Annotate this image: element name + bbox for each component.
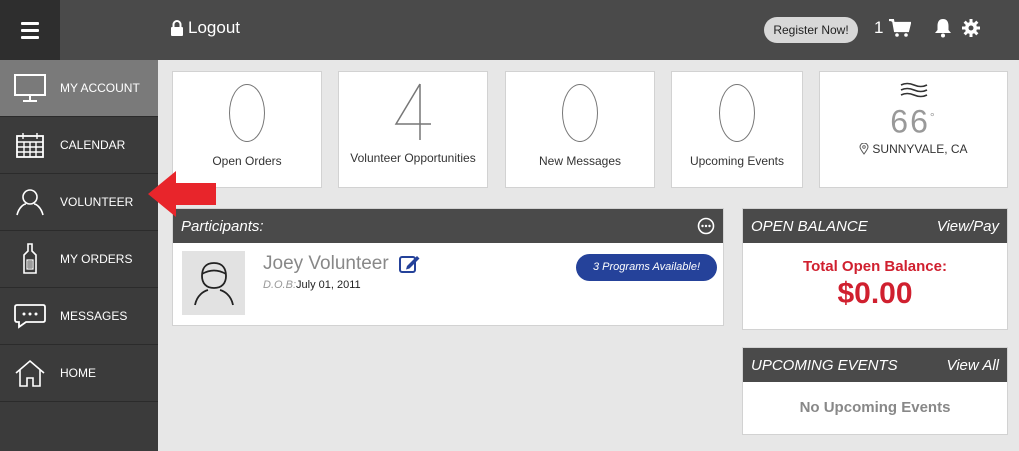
main-content: Open Orders Volunteer Opportunities New …: [158, 60, 1019, 451]
tile-upcoming-events[interactable]: Upcoming Events: [671, 71, 803, 188]
tile-value-four: [394, 83, 431, 140]
person-icon: [16, 189, 44, 216]
sidebar-item-label: VOLUNTEER: [60, 195, 134, 209]
home-icon: [15, 359, 45, 387]
red-arrow-icon: [148, 171, 216, 217]
tile-new-messages[interactable]: New Messages: [505, 71, 655, 188]
bottle-icon: [23, 243, 37, 274]
sidebar-item-label: MY ORDERS: [60, 252, 133, 266]
tile-value-zero: [229, 84, 265, 142]
sidebar-item-label: HOME: [60, 366, 96, 380]
monitor-icon: [14, 74, 46, 102]
view-pay-link[interactable]: View/Pay: [937, 218, 999, 235]
participants-title: Participants:: [181, 217, 264, 235]
register-now-button[interactable]: Register Now!: [764, 17, 858, 43]
view-all-link[interactable]: View All: [946, 357, 999, 374]
participant-row: Joey Volunteer D.O.B:July 01, 2011 3 Pro…: [173, 243, 723, 327]
programs-available-button[interactable]: 3 Programs Available!: [576, 254, 717, 281]
sidebar-item-label: MY ACCOUNT: [60, 81, 140, 95]
sidebar-item-label: CALENDAR: [60, 138, 126, 152]
sidebar-item-messages[interactable]: MESSAGES: [0, 288, 158, 345]
logout-label: Logout: [188, 18, 240, 37]
wind-icon: [900, 82, 927, 98]
tile-label: Open Orders: [212, 154, 282, 168]
top-bar: Logout Register Now! 1: [0, 0, 1019, 60]
cart-button[interactable]: 1: [874, 18, 912, 38]
tile-volunteer-opportunities[interactable]: Volunteer Opportunities: [338, 71, 488, 188]
sidebar: MY ACCOUNT CALENDAR VOLUNTEER MY ORDERS …: [0, 60, 158, 451]
user-silhouette-icon: [193, 262, 234, 306]
lock-icon: [171, 20, 183, 36]
participant-name[interactable]: Joey Volunteer: [263, 253, 389, 275]
dob-value: July 01, 2011: [296, 279, 361, 291]
tile-label: New Messages: [538, 154, 622, 168]
location-pin-icon: [859, 142, 869, 155]
dob-label: D.O.B:: [263, 279, 297, 291]
gear-icon[interactable]: [962, 19, 980, 37]
edit-icon[interactable]: [398, 254, 421, 274]
weather-widget: 66° SUNNYVALE, CA: [819, 71, 1008, 188]
tile-label: Volunteer Opportunities: [350, 151, 476, 165]
total-balance-label: Total Open Balance:: [803, 258, 947, 275]
sidebar-item-home[interactable]: HOME: [0, 345, 158, 402]
no-events-text: No Upcoming Events: [799, 399, 951, 416]
calendar-icon: [16, 133, 44, 158]
upcoming-events-panel: UPCOMING EVENTS View All No Upcoming Eve…: [742, 347, 1008, 435]
tile-label: Upcoming Events: [689, 154, 785, 168]
weather-location: SUNNYVALE, CA: [872, 141, 968, 156]
total-balance-amount: $0.00: [837, 277, 913, 310]
degree-symbol: °: [929, 110, 937, 124]
participants-panel: Participants: Joey Volunteer D.O.B:July …: [172, 208, 724, 326]
avatar: [182, 251, 245, 315]
logout-button[interactable]: Logout: [170, 18, 240, 38]
sidebar-item-my-account[interactable]: MY ACCOUNT: [0, 60, 158, 117]
bell-icon[interactable]: [934, 18, 952, 38]
open-balance-title: OPEN BALANCE: [751, 217, 868, 235]
sidebar-item-calendar[interactable]: CALENDAR: [0, 117, 158, 174]
sidebar-item-my-orders[interactable]: MY ORDERS: [0, 231, 158, 288]
tile-value-zero: [562, 84, 598, 142]
sidebar-item-label: MESSAGES: [60, 309, 128, 323]
upcoming-events-title: UPCOMING EVENTS: [751, 356, 898, 374]
sidebar-item-volunteer[interactable]: VOLUNTEER: [0, 174, 158, 231]
tile-value-zero: [719, 84, 755, 142]
message-icon: [14, 304, 46, 329]
open-balance-panel: OPEN BALANCE View/Pay Total Open Balance…: [742, 208, 1008, 330]
cart-icon: [889, 19, 912, 37]
menu-icon[interactable]: [0, 0, 60, 60]
temperature: 66: [890, 103, 930, 140]
more-options-icon[interactable]: [697, 217, 715, 235]
cart-count: 1: [874, 18, 884, 37]
